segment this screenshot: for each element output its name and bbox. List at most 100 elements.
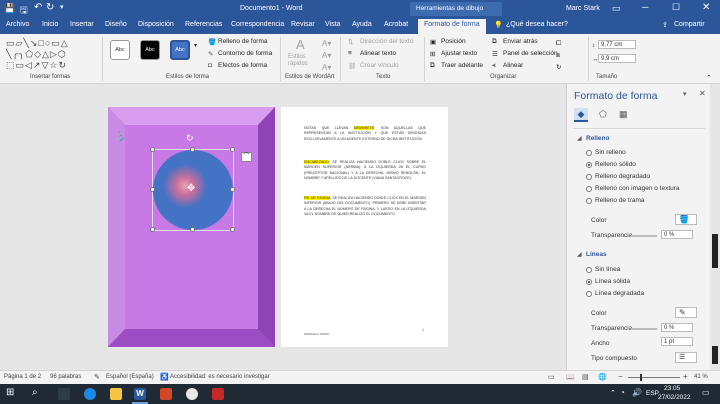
radio-picture-fill[interactable] bbox=[586, 186, 592, 192]
redo-icon[interactable]: ↻ bbox=[46, 2, 54, 13]
line-transparency-input[interactable]: 0 % bbox=[661, 323, 693, 332]
tab-ayuda[interactable]: Ayuda bbox=[352, 21, 372, 28]
shape-effects-button[interactable]: Efectos de forma bbox=[218, 62, 267, 69]
close-icon[interactable]: ✕ bbox=[702, 2, 710, 13]
radio-gradient-line[interactable] bbox=[586, 291, 592, 297]
radio-pattern-fill[interactable] bbox=[586, 198, 592, 204]
radio-no-line[interactable] bbox=[586, 267, 592, 273]
shape-style-blue[interactable]: Abc bbox=[170, 40, 190, 60]
fill-section-chevron-icon[interactable]: ◢ bbox=[577, 135, 582, 142]
bring-forward-button[interactable]: Traer adelante bbox=[441, 62, 483, 69]
word-taskbar-icon[interactable]: W bbox=[134, 388, 146, 400]
rotate-handle-icon[interactable]: ↻ bbox=[186, 133, 194, 144]
paragraph-membrete[interactable]: NOTAS QUE LLEVAN MEMBRETE: SON AQUELLAS … bbox=[304, 126, 426, 142]
resize-handle[interactable] bbox=[230, 227, 235, 232]
scrollbar-thumb-lower[interactable] bbox=[712, 346, 718, 364]
user-name[interactable]: Marc Stark bbox=[566, 5, 600, 12]
line-transparency-slider[interactable] bbox=[631, 328, 657, 330]
line-section-title[interactable]: Líneas bbox=[586, 251, 607, 258]
paragraph-pie-de-pagina[interactable]: PIE DE PÁGINA: SE REALIZA HACIENDO DOBLE… bbox=[304, 196, 426, 217]
fill-transparency-input[interactable]: 0 % bbox=[661, 230, 693, 239]
zoom-slider[interactable] bbox=[628, 374, 680, 381]
tell-me-search[interactable]: ¿Qué desea hacer? bbox=[506, 21, 568, 28]
radio-solid-fill[interactable] bbox=[586, 162, 592, 168]
app-icon[interactable] bbox=[212, 388, 224, 400]
layout-properties-tab-icon[interactable]: ▦ bbox=[619, 109, 628, 120]
tab-formato-de-forma[interactable]: Formato de forma bbox=[418, 19, 486, 34]
shape-style-white[interactable]: Abc bbox=[110, 40, 130, 60]
fill-color-picker[interactable]: 🪣 bbox=[675, 214, 697, 225]
line-color-picker[interactable]: ✎ bbox=[675, 307, 697, 318]
radio-solid-line[interactable] bbox=[586, 279, 592, 285]
customize-toolbar-icon[interactable]: ▾ bbox=[60, 3, 64, 11]
scrollbar-thumb[interactable] bbox=[712, 234, 718, 268]
document-scrollbar[interactable] bbox=[710, 84, 720, 370]
tray-chevron-icon[interactable]: ⌃ bbox=[610, 389, 616, 397]
chrome-icon[interactable] bbox=[186, 388, 198, 400]
fill-section-title[interactable]: Relleno bbox=[586, 135, 609, 142]
zoom-thumb[interactable] bbox=[640, 374, 642, 381]
focus-mode-icon[interactable]: ▭ bbox=[548, 373, 555, 381]
minimize-icon[interactable]: ─ bbox=[642, 2, 648, 12]
shape-fill-button[interactable]: Relleno de forma bbox=[218, 38, 268, 45]
tab-revisar[interactable]: Revisar bbox=[291, 21, 315, 28]
resize-handle[interactable] bbox=[230, 187, 235, 192]
text-fill-icons[interactable]: A▾ A▾ A▾ bbox=[322, 38, 331, 74]
web-layout-icon[interactable]: 🌐 bbox=[598, 373, 607, 381]
radio-gradient-fill[interactable] bbox=[586, 174, 592, 180]
tab-referencias[interactable]: Referencias bbox=[185, 21, 222, 28]
resize-handle[interactable] bbox=[190, 147, 195, 152]
windows-start-icon[interactable]: ⊞ bbox=[6, 387, 14, 398]
group-rotate-icons[interactable]: ⧠ ⧈ ↻ bbox=[556, 38, 561, 74]
collapse-ribbon-icon[interactable]: ⌃ bbox=[706, 74, 712, 82]
language-indicator[interactable]: Español (España) bbox=[106, 374, 154, 380]
shape-style-black[interactable]: Abc bbox=[140, 40, 160, 60]
tab-archivo[interactable]: Archivo bbox=[6, 21, 29, 28]
wifi-icon[interactable]: ◔ bbox=[620, 388, 625, 397]
ribbon-display-icon[interactable]: ▭ bbox=[612, 3, 621, 14]
resize-handle[interactable] bbox=[190, 227, 195, 232]
pane-scrollbar[interactable] bbox=[703, 90, 708, 360]
resize-handle[interactable] bbox=[150, 147, 155, 152]
maximize-icon[interactable]: ☐ bbox=[672, 2, 680, 13]
text-direction-button[interactable]: Dirección del texto bbox=[360, 38, 413, 45]
tab-diseno[interactable]: Diseño bbox=[105, 21, 127, 28]
send-backward-button[interactable]: Enviar atrás bbox=[503, 38, 538, 45]
radio-no-fill[interactable] bbox=[586, 150, 592, 156]
fill-line-tab-icon[interactable]: ◆ bbox=[574, 108, 588, 122]
zoom-level[interactable]: 41 % bbox=[694, 374, 708, 380]
edge-icon[interactable] bbox=[84, 388, 96, 400]
word-count[interactable]: 96 palabras bbox=[50, 374, 81, 380]
tab-vista[interactable]: Vista bbox=[325, 21, 340, 28]
layout-options-icon[interactable]: ⌒ bbox=[241, 152, 252, 162]
volume-icon[interactable]: 🔊 bbox=[632, 388, 642, 397]
shape-outline-button[interactable]: Contorno de forma bbox=[218, 50, 272, 57]
notifications-icon[interactable]: ▭ bbox=[702, 388, 710, 397]
autosave-icon[interactable]: 💾 bbox=[4, 3, 15, 14]
search-icon[interactable]: ⌕ bbox=[32, 387, 38, 398]
paragraph-encabezado[interactable]: ENCABEZADO: SE REALIZA HACIENDO DOBLE CL… bbox=[304, 160, 426, 181]
gallery-more-icon[interactable]: ▾ bbox=[194, 42, 197, 49]
clock-time[interactable]: 23:05 bbox=[664, 385, 680, 392]
quick-styles-button[interactable]: Estilos rápidos bbox=[288, 54, 318, 68]
shape-width-input[interactable]: 9,9 cm bbox=[598, 54, 636, 63]
create-link-button[interactable]: Crear vínculo bbox=[360, 62, 399, 69]
powerpoint-icon[interactable] bbox=[160, 388, 172, 400]
clock-date[interactable]: 27/02/2022 bbox=[658, 394, 691, 401]
line-width-input[interactable]: 1 pt bbox=[661, 337, 693, 346]
tab-insertar[interactable]: Insertar bbox=[70, 21, 94, 28]
print-layout-icon[interactable]: ▤ bbox=[582, 373, 589, 381]
zoom-out-icon[interactable]: − bbox=[618, 372, 623, 381]
pane-options-icon[interactable]: ▾ bbox=[683, 90, 687, 98]
tab-correspondencia[interactable]: Correspondencia bbox=[231, 21, 284, 28]
tab-disposicion[interactable]: Disposición bbox=[138, 21, 174, 28]
resize-handle[interactable] bbox=[150, 227, 155, 232]
selection-pane-button[interactable]: Panel de selección bbox=[503, 50, 558, 57]
effects-tab-icon[interactable]: ⬠ bbox=[599, 109, 607, 120]
save-icon[interactable]: 🖫 bbox=[20, 3, 28, 19]
tab-acrobat[interactable]: Acrobat bbox=[384, 21, 408, 28]
file-explorer-icon[interactable] bbox=[110, 388, 122, 400]
compound-type-picker[interactable]: ☰ bbox=[675, 352, 697, 363]
read-mode-icon[interactable]: 📖 bbox=[566, 373, 575, 381]
page-count[interactable]: Página 1 de 2 bbox=[4, 374, 41, 380]
